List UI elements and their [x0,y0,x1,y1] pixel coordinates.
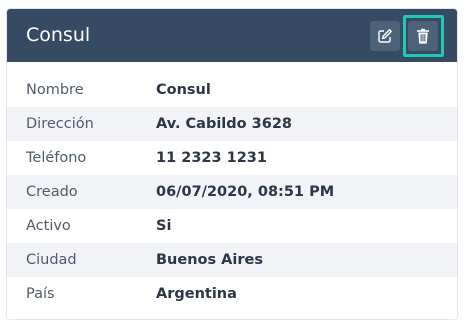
detail-label: Ciudad [26,252,77,268]
detail-row-pais: País Argentina [7,277,457,311]
detail-card: Consul Nombre Consul Dirección Av. Cabil… [6,8,458,320]
detail-row-activo: Activo Si [7,209,457,243]
detail-list: Nombre Consul Dirección Av. Cabildo 3628… [7,62,457,311]
detail-value: Consul [156,82,211,98]
detail-label: País [26,286,55,302]
detail-value: 11 2323 1231 [156,150,267,166]
card-header: Consul [7,9,457,62]
detail-label: Nombre [26,82,84,98]
detail-row-ciudad: Ciudad Buenos Aires [7,243,457,277]
card-title: Consul [26,24,91,46]
detail-row-direccion: Dirección Av. Cabildo 3628 [7,107,457,141]
edit-button[interactable] [370,21,400,51]
detail-value: 06/07/2020, 08:51 PM [156,184,335,200]
detail-label: Creado [26,184,78,200]
detail-label: Activo [26,218,71,234]
detail-label: Teléfono [26,150,87,166]
trash-icon [417,28,429,44]
detail-row-creado: Creado 06/07/2020, 08:51 PM [7,175,457,209]
detail-row-nombre: Nombre Consul [7,73,457,107]
detail-label: Dirección [26,116,94,132]
detail-row-telefono: Teléfono 11 2323 1231 [7,141,457,175]
detail-value: Si [156,218,172,234]
detail-value: Buenos Aires [156,252,263,268]
detail-value: Av. Cabildo 3628 [156,116,293,132]
delete-button[interactable] [408,21,438,51]
edit-icon [378,29,392,43]
detail-value: Argentina [156,286,237,302]
